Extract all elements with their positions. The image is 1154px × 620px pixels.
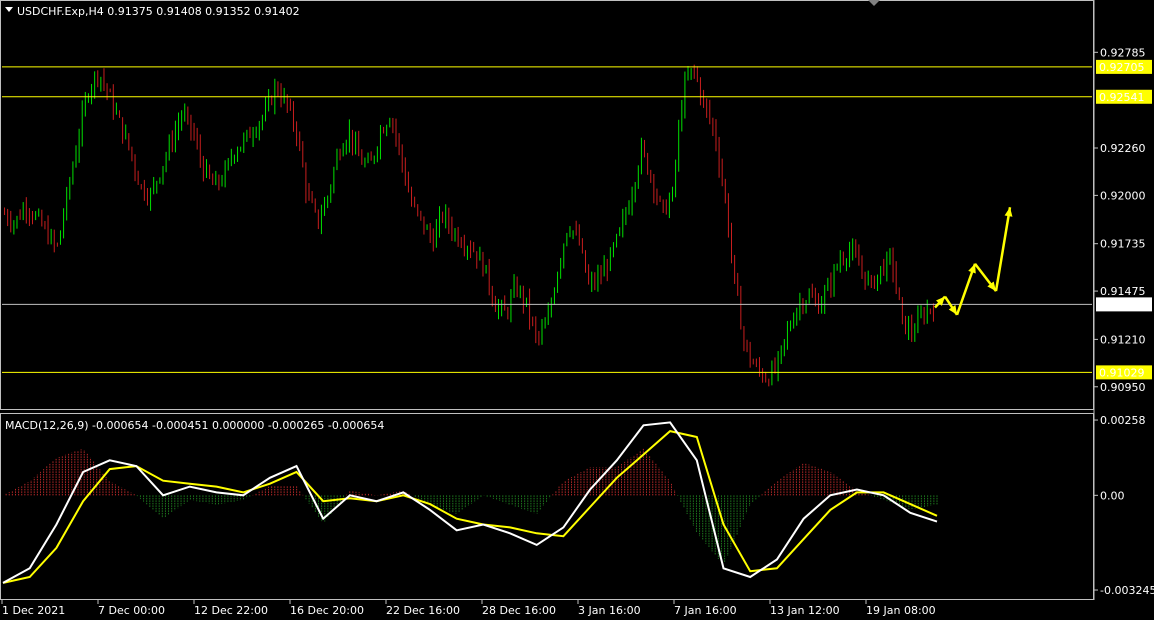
- level-price-label: 0.92541: [1099, 91, 1145, 104]
- price-tick-label: 0.91210: [1100, 333, 1146, 346]
- level-price-label: 0.92705: [1099, 61, 1145, 74]
- time-tick-label: 1 Dec 2021: [2, 604, 65, 617]
- chart-background: [0, 0, 1154, 620]
- macd-tick-label: 0.00258: [1100, 414, 1146, 427]
- level-price-label: 0.91029: [1099, 366, 1145, 379]
- price-tick-label: 0.91735: [1100, 238, 1146, 251]
- macd-tick-label: 0.00: [1100, 489, 1125, 502]
- price-tick-label: 0.92000: [1100, 189, 1146, 202]
- price-tick-label: 0.91475: [1100, 285, 1146, 298]
- price-tick-label: 0.92260: [1100, 142, 1146, 155]
- time-tick-label: 28 Dec 16:00: [482, 604, 556, 617]
- macd-tick-label: -0.003245: [1100, 584, 1154, 597]
- time-tick-label: 13 Jan 12:00: [770, 604, 840, 617]
- time-tick-label: 7 Jan 16:00: [674, 604, 737, 617]
- time-tick-label: 16 Dec 20:00: [290, 604, 364, 617]
- time-tick-label: 22 Dec 16:00: [386, 604, 460, 617]
- symbol-header: USDCHF.Exp,H4 0.91375 0.91408 0.91352 0.…: [17, 5, 300, 18]
- time-tick-label: 3 Jan 16:00: [578, 604, 641, 617]
- level-price-label: 0.91402: [1099, 298, 1145, 311]
- time-tick-label: 7 Dec 00:00: [98, 604, 165, 617]
- usdchf-h4-chart[interactable]: 0.92705 0.92541 0.91402 0.91029 0.92785 0.922…: [0, 0, 1154, 620]
- price-tick-label: 0.90950: [1100, 381, 1146, 394]
- time-tick-label: 12 Dec 22:00: [194, 604, 268, 617]
- time-tick-label: 19 Jan 08:00: [866, 604, 936, 617]
- macd-header: MACD(12,26,9) -0.000654 -0.000451 0.0000…: [5, 419, 384, 432]
- price-tick-label: 0.92785: [1100, 46, 1146, 59]
